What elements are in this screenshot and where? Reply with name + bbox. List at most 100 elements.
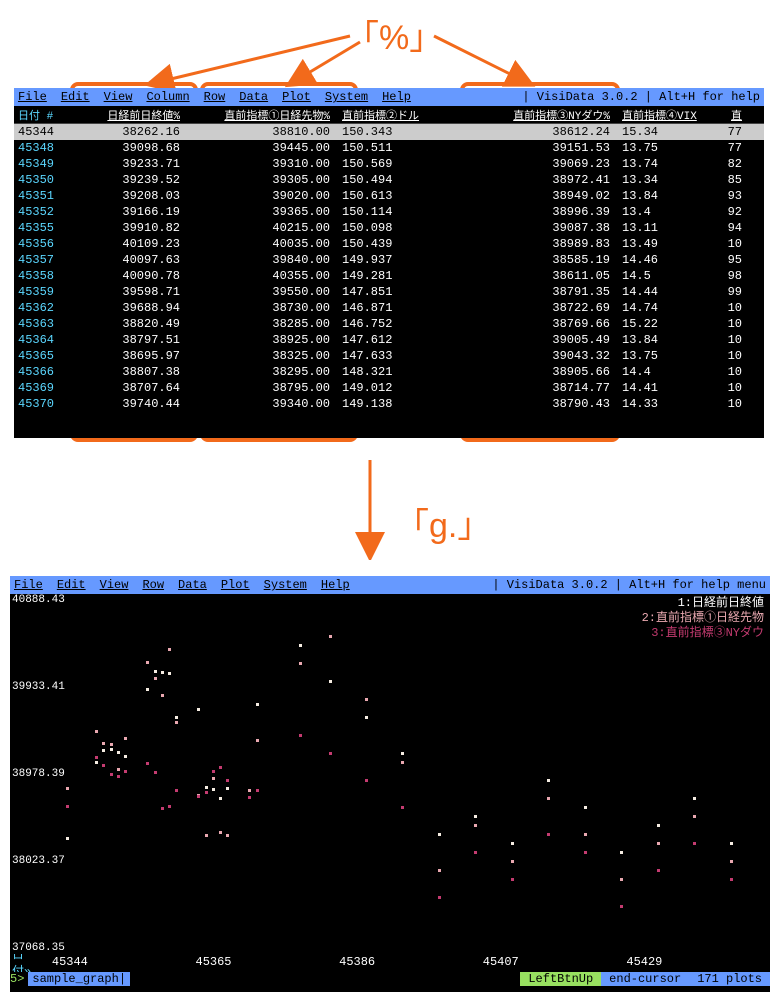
data-point[interactable] [584, 806, 587, 809]
cell[interactable]: 40090.78 [68, 269, 186, 283]
cell[interactable]: 77 [704, 141, 744, 155]
cell[interactable]: 14.33 [616, 397, 704, 411]
cell[interactable]: 150.343 [336, 125, 454, 139]
cell[interactable]: 38972.41 [454, 173, 616, 187]
cell[interactable]: 15.22 [616, 317, 704, 331]
cell[interactable]: 39340.00 [186, 397, 336, 411]
cell[interactable]: 150.569 [336, 157, 454, 171]
menu-plot[interactable]: Plot [282, 90, 311, 104]
data-point[interactable] [299, 734, 302, 737]
data-point[interactable] [438, 833, 441, 836]
cell[interactable]: 40215.00 [186, 221, 336, 235]
cell[interactable]: 39020.00 [186, 189, 336, 203]
cell[interactable]: 39598.71 [68, 285, 186, 299]
cell[interactable]: 45365 [14, 349, 68, 363]
data-point[interactable] [161, 807, 164, 810]
cell[interactable]: 39069.23 [454, 157, 616, 171]
data-point[interactable] [365, 779, 368, 782]
cell[interactable]: 40355.00 [186, 269, 336, 283]
data-point[interactable] [212, 788, 215, 791]
cell[interactable]: 45357 [14, 253, 68, 267]
cell[interactable]: 45363 [14, 317, 68, 331]
cell[interactable]: 39740.44 [68, 397, 186, 411]
data-point[interactable] [168, 672, 171, 675]
cell[interactable]: 38695.97 [68, 349, 186, 363]
cell[interactable]: 15.34 [616, 125, 704, 139]
table-row[interactable]: 4535740097.6339840.00149.93738585.1914.4… [14, 252, 764, 268]
scatter-plot-canvas[interactable]: 1:日経前日終値 2:直前指標①日経先物 3:直前指標③NYダウ 40888.4… [10, 594, 770, 954]
data-point[interactable] [102, 764, 105, 767]
cell[interactable]: 40109.23 [68, 237, 186, 251]
cell[interactable]: 10 [704, 237, 744, 251]
cell[interactable]: 45370 [14, 397, 68, 411]
table-row[interactable]: 4535139208.0339020.00150.61338949.0213.8… [14, 188, 764, 204]
data-point[interactable] [365, 716, 368, 719]
cell[interactable]: 150.494 [336, 173, 454, 187]
cell[interactable]: 38295.00 [186, 365, 336, 379]
data-point[interactable] [730, 878, 733, 881]
cell[interactable]: 13.74 [616, 157, 704, 171]
data-point[interactable] [248, 796, 251, 799]
table-row[interactable]: 4534939233.7139310.00150.56939069.2313.7… [14, 156, 764, 172]
data-point[interactable] [161, 694, 164, 697]
table-row[interactable]: 4536538695.9738325.00147.63339043.3213.7… [14, 348, 764, 364]
cell[interactable]: 38996.39 [454, 205, 616, 219]
menu-plot-b[interactable]: Plot [221, 578, 250, 592]
menu-data[interactable]: Data [239, 90, 268, 104]
table-row[interactable]: 4536938707.6438795.00149.01238714.7714.4… [14, 380, 764, 396]
cell[interactable]: 10 [704, 301, 744, 315]
data-point[interactable] [117, 775, 120, 778]
menu-view[interactable]: View [104, 90, 133, 104]
data-point[interactable] [248, 789, 251, 792]
menu-file-b[interactable]: File [14, 578, 43, 592]
cell[interactable]: 98 [704, 269, 744, 283]
data-point[interactable] [66, 805, 69, 808]
data-point[interactable] [95, 761, 98, 764]
data-point[interactable] [256, 789, 259, 792]
menu-help[interactable]: Help [382, 90, 411, 104]
table-row[interactable]: 4535239166.1939365.00150.11438996.3913.4… [14, 204, 764, 220]
data-point[interactable] [620, 851, 623, 854]
cell[interactable]: 85 [704, 173, 744, 187]
cell[interactable]: 38611.05 [454, 269, 616, 283]
data-point[interactable] [219, 766, 222, 769]
cell[interactable]: 14.74 [616, 301, 704, 315]
table-row[interactable]: 4536638807.3838295.00148.32138905.6614.4… [14, 364, 764, 380]
data-point[interactable] [657, 869, 660, 872]
data-point[interactable] [124, 755, 127, 758]
cell[interactable]: 39239.52 [68, 173, 186, 187]
data-point[interactable] [256, 703, 259, 706]
menu-column[interactable]: Column [146, 90, 189, 104]
data-point[interactable] [693, 797, 696, 800]
data-point[interactable] [95, 730, 98, 733]
cell[interactable]: 14.5 [616, 269, 704, 283]
data-point[interactable] [212, 770, 215, 773]
cell[interactable]: 38810.00 [186, 125, 336, 139]
cell[interactable]: 39166.19 [68, 205, 186, 219]
cell[interactable]: 45344 [14, 125, 68, 139]
cell[interactable]: 39043.32 [454, 349, 616, 363]
data-point[interactable] [168, 805, 171, 808]
cell[interactable]: 39005.49 [454, 333, 616, 347]
cell[interactable]: 149.012 [336, 381, 454, 395]
cell[interactable]: 82 [704, 157, 744, 171]
data-point[interactable] [161, 671, 164, 674]
data-point[interactable] [124, 770, 127, 773]
data-point[interactable] [547, 797, 550, 800]
data-point[interactable] [401, 752, 404, 755]
cell[interactable]: 38612.24 [454, 125, 616, 139]
cell[interactable]: 10 [704, 317, 744, 331]
table-row[interactable]: 4537039740.4439340.00149.13838790.4314.3… [14, 396, 764, 412]
data-point[interactable] [205, 834, 208, 837]
cell[interactable]: 149.138 [336, 397, 454, 411]
menu-file[interactable]: File [18, 90, 47, 104]
cell[interactable]: 45348 [14, 141, 68, 155]
cell[interactable]: 13.11 [616, 221, 704, 235]
cell[interactable]: 99 [704, 285, 744, 299]
data-point[interactable] [657, 842, 660, 845]
data-point[interactable] [511, 842, 514, 845]
data-point[interactable] [197, 708, 200, 711]
data-point[interactable] [226, 834, 229, 837]
table-row[interactable]: 4536338820.4938285.00146.75238769.6615.2… [14, 316, 764, 332]
data-point[interactable] [693, 842, 696, 845]
